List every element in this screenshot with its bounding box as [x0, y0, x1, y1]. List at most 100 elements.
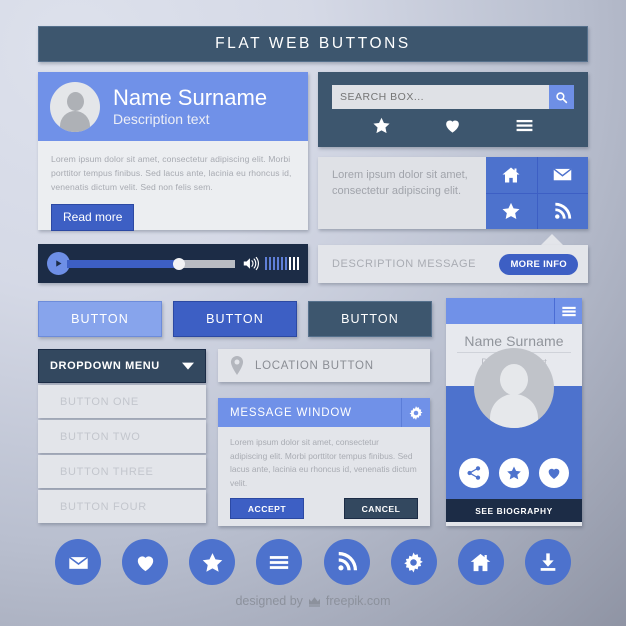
- star-icon[interactable]: [372, 116, 391, 140]
- download-icon: [540, 553, 556, 571]
- volume-bar: [280, 257, 284, 270]
- volume-bar: [296, 257, 299, 270]
- page-title-bar: FLAT WEB BUTTONS: [38, 26, 588, 62]
- flat-button-medium[interactable]: BUTTON: [173, 301, 297, 337]
- page-title: FLAT WEB BUTTONS: [215, 35, 411, 52]
- footer-credit: designed by freepik.com: [0, 594, 626, 608]
- gear-icon: [409, 405, 423, 420]
- description-message-panel: DESCRIPTION MESSAGE MORE INFO: [318, 245, 588, 283]
- round-button-home[interactable]: [457, 539, 504, 585]
- search-icon: [556, 91, 568, 103]
- search-input[interactable]: [332, 85, 549, 109]
- hamburger-icon: [561, 306, 576, 316]
- text-icon-grid-text-area: Lorem ipsum dolor sit amet, consectetur …: [318, 157, 486, 229]
- search-button[interactable]: [549, 85, 574, 109]
- footer-brand: freepik.com: [325, 594, 391, 608]
- dropdown-toggle[interactable]: DROPDOWN MENU: [38, 349, 206, 383]
- like-button[interactable]: [539, 458, 569, 488]
- see-biography-button[interactable]: SEE BIOGRAPHY: [446, 499, 582, 522]
- message-window-title: MESSAGE WINDOW: [230, 406, 352, 419]
- volume-level-bars[interactable]: [264, 257, 299, 270]
- progress-fill: [67, 259, 180, 268]
- menu-button[interactable]: [554, 298, 582, 324]
- message-window-actions: ACCEPT CANCEL: [218, 490, 430, 520]
- profile-card: Name Surname Description text Lorem ipsu…: [38, 72, 308, 231]
- flat-button-light[interactable]: BUTTON: [38, 301, 162, 337]
- profile-card-header: Name Surname Description text: [38, 72, 308, 141]
- message-window: MESSAGE WINDOW Lorem ipsum dolor sit ame…: [218, 398, 430, 526]
- round-button-settings[interactable]: [390, 539, 437, 585]
- dropdown-item-two[interactable]: BUTTON TWO: [38, 420, 206, 453]
- media-player: [38, 244, 308, 283]
- profile-card-vertical-topbar: [446, 298, 582, 324]
- volume-bar: [268, 257, 272, 270]
- favorite-button[interactable]: [499, 458, 529, 488]
- message-window-body: Lorem ipsum dolor sit amet, consectetur …: [218, 427, 430, 490]
- volume-bar: [264, 257, 268, 270]
- crown-icon: [308, 596, 320, 607]
- heart-icon[interactable]: [443, 116, 462, 140]
- round-button-rss[interactable]: [323, 539, 370, 585]
- read-more-button[interactable]: Read more: [51, 203, 135, 231]
- hamburger-icon[interactable]: [515, 118, 534, 138]
- grid-button-home[interactable]: [486, 157, 537, 193]
- profile-card-vertical: Name Surname Description text: [446, 298, 582, 526]
- round-button-heart[interactable]: [122, 539, 169, 585]
- description-message-text: DESCRIPTION MESSAGE: [332, 258, 477, 270]
- profile-vertical-name: Name Surname: [464, 333, 564, 349]
- dropdown-item-one[interactable]: BUTTON ONE: [38, 385, 206, 418]
- hamburger-icon: [270, 555, 289, 569]
- search-panel: [318, 72, 588, 147]
- share-icon: [467, 466, 481, 480]
- gear-icon: [404, 552, 423, 572]
- progress-knob[interactable]: [173, 257, 186, 270]
- profile-social-row: [446, 458, 582, 488]
- share-button[interactable]: [459, 458, 489, 488]
- settings-button[interactable]: [401, 398, 430, 427]
- chevron-down-icon: [182, 362, 194, 370]
- profile-body-text: Lorem ipsum dolor sit amet, consectetur …: [51, 154, 292, 193]
- profile-card-body: Lorem ipsum dolor sit amet, consectetur …: [38, 141, 308, 231]
- round-button-star[interactable]: [189, 539, 236, 585]
- profile-description: Description text: [113, 111, 210, 128]
- user-avatar-icon: [50, 81, 100, 132]
- home-icon: [471, 553, 491, 571]
- progress-slider[interactable]: [67, 257, 235, 270]
- round-button-download[interactable]: [524, 539, 571, 585]
- message-window-header: MESSAGE WINDOW: [218, 398, 430, 427]
- speaker-icon: [243, 256, 259, 271]
- star-icon: [502, 203, 520, 220]
- more-info-button[interactable]: MORE INFO: [499, 253, 578, 275]
- grid-button-mail[interactable]: [537, 157, 588, 193]
- volume-control[interactable]: [243, 256, 299, 271]
- search-row: [318, 72, 588, 109]
- grid-button-star[interactable]: [486, 193, 537, 229]
- cancel-button[interactable]: CANCEL: [344, 498, 418, 520]
- round-icon-button-row: [55, 537, 571, 587]
- message-window-text: Lorem ipsum dolor sit amet, consectetur …: [230, 437, 417, 488]
- accept-button[interactable]: ACCEPT: [230, 498, 304, 520]
- envelope-icon: [68, 555, 88, 569]
- dropdown-label: DROPDOWN MENU: [50, 360, 160, 372]
- volume-bar: [288, 257, 292, 270]
- dropdown-menu: DROPDOWN MENU BUTTON ONE BUTTON TWO BUTT…: [38, 349, 206, 523]
- search-panel-icon-row: [318, 109, 588, 140]
- dropdown-item-four[interactable]: BUTTON FOUR: [38, 490, 206, 523]
- round-button-menu[interactable]: [256, 539, 303, 585]
- text-icon-grid-panel: Lorem ipsum dolor sit amet, consectetur …: [318, 157, 588, 229]
- location-button[interactable]: LOCATION BUTTON: [218, 349, 430, 382]
- flat-button-dark[interactable]: BUTTON: [308, 301, 432, 337]
- round-button-mail[interactable]: [55, 539, 101, 585]
- home-icon: [502, 167, 520, 183]
- location-button-label: LOCATION BUTTON: [255, 359, 374, 372]
- volume-bar: [272, 257, 276, 270]
- grid-button-rss[interactable]: [537, 193, 588, 229]
- map-pin-icon: [230, 356, 244, 375]
- volume-bar: [284, 257, 288, 270]
- user-avatar-icon: [474, 348, 554, 428]
- volume-bar: [292, 257, 296, 270]
- star-icon: [202, 552, 223, 572]
- dropdown-item-three[interactable]: BUTTON THREE: [38, 455, 206, 488]
- heart-icon: [548, 468, 560, 479]
- rss-icon: [555, 202, 572, 219]
